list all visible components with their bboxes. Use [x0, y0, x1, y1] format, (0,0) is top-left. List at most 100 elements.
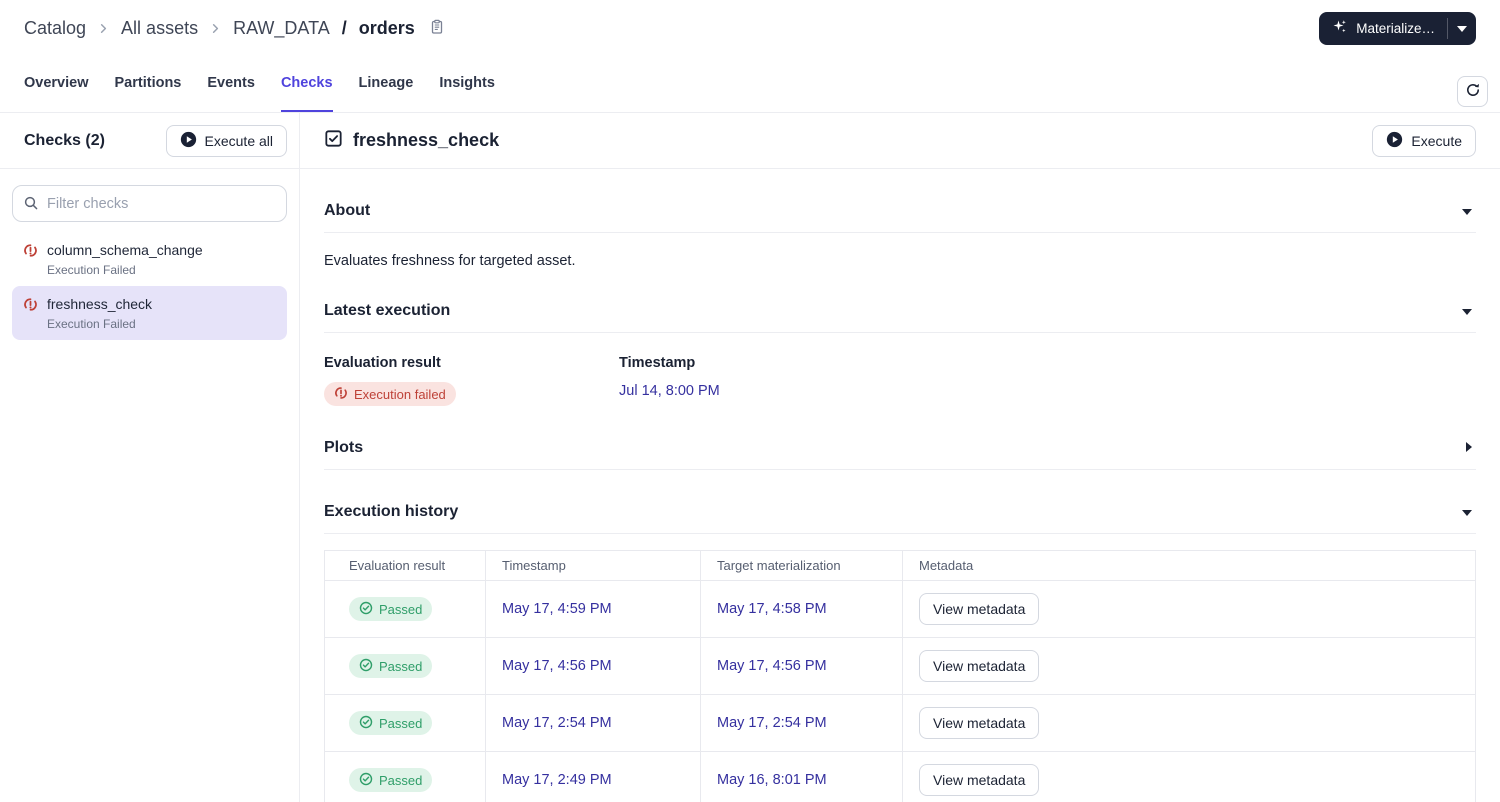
check-circle-icon — [359, 715, 373, 732]
timestamp-col: Timestamp Jul 14, 8:00 PM — [619, 355, 914, 406]
tab-lineage[interactable]: Lineage — [359, 56, 414, 112]
execute-label: Execute — [1411, 132, 1462, 149]
sidebar-check-item-freshness_check[interactable]: freshness_check Execution Failed — [12, 286, 287, 340]
target-materialization-link[interactable]: May 17, 4:56 PM — [717, 658, 827, 674]
checks-count-title: Checks (2) — [24, 131, 105, 149]
column-header-metadata: Metadata — [902, 550, 1476, 581]
tab-checks[interactable]: Checks — [280, 56, 333, 112]
breadcrumb-catalog[interactable]: Catalog — [24, 18, 86, 39]
execution-failed-text: Execution failed — [354, 386, 446, 402]
check-item-status: Execution Failed — [47, 317, 136, 331]
materialize-button[interactable]: Materialize… — [1319, 12, 1447, 45]
about-collapse-toggle[interactable] — [1458, 199, 1476, 222]
filter-checks-input[interactable] — [12, 185, 287, 222]
failed-circle-icon — [334, 386, 348, 403]
plots-title: Plots — [324, 438, 364, 456]
passed-badge-text: Passed — [379, 772, 423, 788]
execution-history-collapse-toggle[interactable] — [1458, 500, 1476, 523]
check-detail-panel: freshness_check Execute About Evaluates … — [300, 113, 1500, 802]
target-materialization-link[interactable]: May 17, 2:54 PM — [717, 715, 827, 731]
breadcrumb-asset-name: orders — [358, 17, 415, 38]
latest-execution-info: Evaluation result Execution failed Times… — [324, 355, 1476, 406]
execution-history-table: Evaluation result Timestamp Target materia… — [324, 550, 1476, 802]
target-materialization-link[interactable]: May 17, 4:58 PM — [717, 601, 827, 617]
passed-badge-text: Passed — [379, 658, 423, 674]
plots-expand-toggle[interactable] — [1462, 436, 1476, 459]
timestamp-label: Timestamp — [619, 355, 696, 371]
check-item-status: Execution Failed — [47, 263, 136, 277]
about-section-header: About — [324, 199, 1476, 233]
check-detail-header: freshness_check Execute — [300, 113, 1500, 169]
breadcrumb-asset-group[interactable]: RAW_DATA — [233, 18, 330, 39]
sparkle-icon — [1331, 18, 1348, 38]
check-square-icon — [324, 129, 343, 153]
tab-insights[interactable]: Insights — [439, 56, 495, 112]
view-metadata-button[interactable]: View metadata — [919, 764, 1040, 796]
execution-timestamp-link[interactable]: May 17, 4:56 PM — [502, 658, 612, 674]
check-circle-icon — [359, 601, 373, 618]
table-row: Passed May 17, 2:49 PM May 16, 8:01 PM V… — [324, 751, 1476, 802]
breadcrumb: Catalog All assets RAW_DATA / orders — [24, 17, 447, 40]
execution-history-section-header: Execution history — [324, 500, 1476, 534]
check-circle-icon — [359, 658, 373, 675]
checks-sidebar-header: Checks (2) Execute all — [0, 113, 299, 169]
passed-badge: Passed — [349, 597, 433, 621]
tab-events[interactable]: Events — [207, 56, 255, 112]
column-header-evaluation-result: Evaluation result — [324, 550, 486, 581]
table-row: Passed May 17, 4:59 PM May 17, 4:58 PM V… — [324, 580, 1476, 638]
caret-down-icon — [1462, 303, 1472, 318]
play-circle-icon — [1386, 131, 1403, 151]
failed-circle-icon — [23, 297, 38, 312]
materialize-split-button: Materialize… — [1319, 11, 1476, 45]
column-header-timestamp: Timestamp — [485, 550, 701, 581]
latest-timestamp-link[interactable]: Jul 14, 8:00 PM — [619, 383, 720, 399]
view-metadata-button[interactable]: View metadata — [919, 593, 1040, 625]
view-metadata-button[interactable]: View metadata — [919, 707, 1040, 739]
sidebar-check-item-column_schema_change[interactable]: column_schema_change Execution Failed — [12, 232, 287, 286]
tab-bar: Overview Partitions Events Checks Lineage Ins… — [0, 56, 1500, 113]
execution-timestamp-link[interactable]: May 17, 2:54 PM — [502, 715, 612, 731]
play-circle-icon — [180, 131, 197, 151]
passed-badge: Passed — [349, 711, 433, 735]
about-description: Evaluates freshness for targeted asset. — [324, 253, 576, 269]
execute-all-button[interactable]: Execute all — [165, 124, 287, 157]
checks-sidebar: Checks (2) Execute all column_schema_cha… — [0, 113, 300, 802]
passed-badge: Passed — [349, 768, 433, 792]
breadcrumb-all-assets[interactable]: All assets — [121, 18, 198, 39]
copy-asset-name-button[interactable] — [427, 17, 447, 40]
chevron-right-icon — [96, 21, 111, 36]
refresh-button[interactable] — [1457, 76, 1488, 107]
table-body: Passed May 17, 4:59 PM May 17, 4:58 PM V… — [324, 580, 1476, 802]
tab-partitions[interactable]: Partitions — [115, 56, 182, 112]
passed-badge: Passed — [349, 654, 433, 678]
check-detail-body: About Evaluates freshness for targeted a… — [300, 169, 1500, 802]
column-header-target-materialization: Target materialization — [700, 550, 903, 581]
failed-circle-icon — [23, 243, 38, 258]
execute-all-label: Execute all — [204, 132, 273, 149]
execution-timestamp-link[interactable]: May 17, 4:59 PM — [502, 601, 612, 617]
check-item-name: freshness_check — [47, 296, 153, 312]
execution-timestamp-link[interactable]: May 17, 2:49 PM — [502, 772, 612, 788]
target-materialization-link[interactable]: May 16, 8:01 PM — [717, 772, 827, 788]
view-metadata-button[interactable]: View metadata — [919, 650, 1040, 682]
chevron-down-icon — [1457, 19, 1467, 37]
plots-section-header: Plots — [324, 436, 1476, 470]
table-header-row: Evaluation result Timestamp Target materia… — [324, 550, 1476, 581]
passed-badge-text: Passed — [379, 601, 423, 617]
execute-button[interactable]: Execute — [1372, 124, 1476, 157]
materialize-dropdown-button[interactable] — [1448, 12, 1476, 45]
table-row: Passed May 17, 4:56 PM May 17, 4:56 PM V… — [324, 637, 1476, 695]
evaluation-result-label: Evaluation result — [324, 355, 441, 371]
caret-down-icon — [1462, 203, 1472, 218]
table-row: Passed May 17, 2:54 PM May 17, 2:54 PM V… — [324, 694, 1476, 752]
page-content: Checks (2) Execute all column_schema_cha… — [0, 113, 1500, 802]
check-title: freshness_check — [353, 130, 500, 150]
latest-execution-title: Latest execution — [324, 301, 451, 319]
passed-badge-text: Passed — [379, 715, 423, 731]
caret-down-icon — [1462, 504, 1472, 519]
clipboard-icon — [429, 19, 445, 38]
latest-execution-collapse-toggle[interactable] — [1458, 299, 1476, 322]
check-circle-icon — [359, 772, 373, 789]
materialize-button-label: Materialize… — [1356, 20, 1435, 36]
tab-overview[interactable]: Overview — [24, 56, 89, 112]
